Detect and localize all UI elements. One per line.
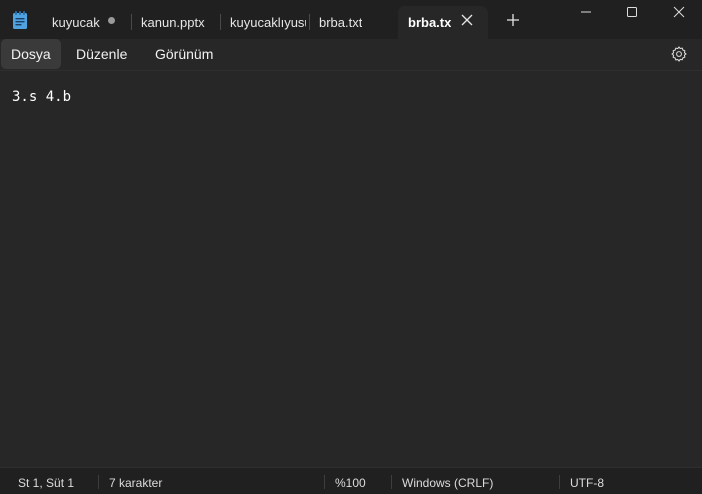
- status-separator: [391, 475, 392, 489]
- tab-brba-txt[interactable]: brba.txt: [319, 6, 391, 39]
- character-count: 7 karakter: [109, 476, 163, 490]
- menu-edit[interactable]: Düzenle: [66, 39, 137, 69]
- zoom-level[interactable]: %100: [335, 476, 366, 490]
- menu-edit-label: Düzenle: [76, 46, 128, 62]
- minimize-button[interactable]: [563, 0, 609, 24]
- gear-icon[interactable]: [670, 45, 688, 63]
- tab-bar: kuyucak kanun.pptx kuyucaklıyusuf brba.t…: [0, 0, 702, 39]
- notepad-icon: [13, 11, 27, 29]
- maximize-button[interactable]: [609, 0, 655, 24]
- menu-file[interactable]: Dosya: [1, 39, 61, 69]
- line-ending[interactable]: Windows (CRLF): [402, 476, 493, 490]
- tab-kanun-pptx[interactable]: kanun.pptx: [141, 6, 217, 39]
- close-window-icon: [673, 6, 685, 18]
- plus-icon[interactable]: [506, 13, 520, 27]
- notepad-window: kuyucak kanun.pptx kuyucaklıyusuf brba.t…: [0, 0, 702, 494]
- tab-label: brba.tx: [408, 15, 452, 30]
- close-window-button[interactable]: [656, 0, 702, 24]
- tab-label: kuyucaklıyusuf: [230, 15, 306, 30]
- tab-label: brba.txt: [319, 15, 363, 30]
- tab-kuyucak[interactable]: kuyucak: [52, 6, 112, 39]
- unsaved-changes-dot: [108, 17, 115, 24]
- cursor-position[interactable]: St 1, Süt 1: [18, 476, 74, 490]
- status-separator: [324, 475, 325, 489]
- menu-file-label: Dosya: [11, 46, 51, 62]
- tab-separator: [220, 14, 221, 30]
- menu-bar: Dosya Düzenle Görünüm: [0, 39, 702, 70]
- tab-brba-tx-active[interactable]: brba.tx: [398, 6, 488, 39]
- encoding[interactable]: UTF-8: [570, 476, 604, 490]
- minimize-icon: [581, 11, 591, 13]
- status-bar: St 1, Süt 1 7 karakter %100 Windows (CRL…: [0, 467, 702, 494]
- status-separator: [559, 475, 560, 489]
- maximize-icon: [627, 7, 637, 17]
- tab-kuyucakliyusuf[interactable]: kuyucaklıyusuf: [230, 6, 306, 39]
- close-icon[interactable]: [461, 14, 473, 26]
- status-separator: [98, 475, 99, 489]
- tab-separator: [131, 14, 132, 30]
- menu-view-label: Görünüm: [155, 46, 214, 62]
- editor-content[interactable]: 3.s 4.b: [12, 89, 71, 105]
- menu-view[interactable]: Görünüm: [145, 39, 223, 69]
- text-editor[interactable]: 3.s 4.b: [0, 70, 702, 468]
- tab-label: kuyucak: [52, 15, 100, 30]
- tab-separator: [309, 14, 310, 30]
- tab-label: kanun.pptx: [141, 15, 205, 30]
